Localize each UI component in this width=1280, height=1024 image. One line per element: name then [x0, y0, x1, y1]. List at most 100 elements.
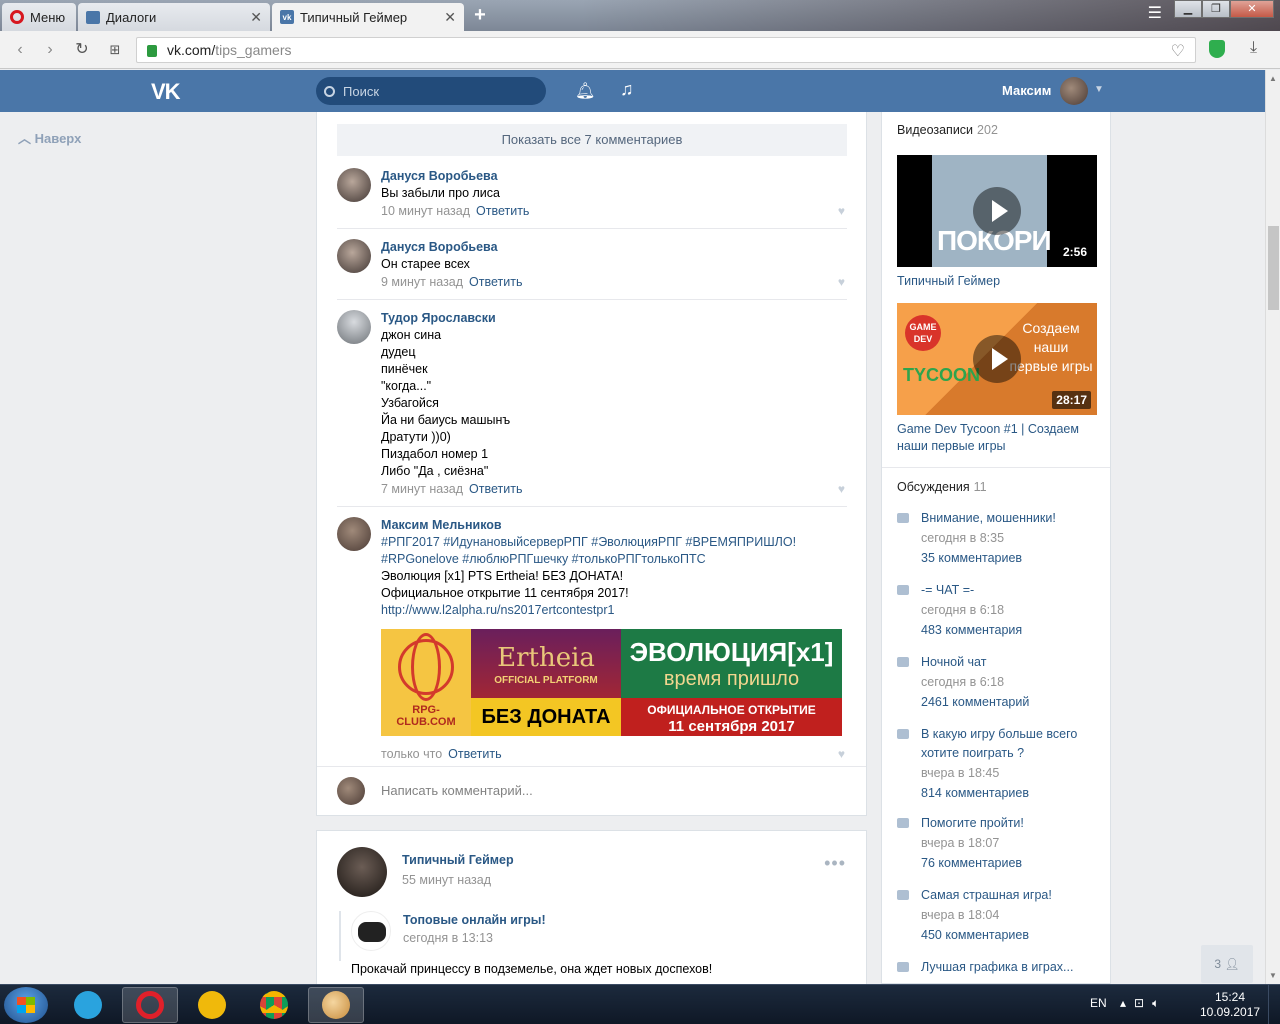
reply-link[interactable]: Ответить	[469, 482, 522, 496]
show-all-comments-button[interactable]: Показать все 7 комментариев	[337, 124, 847, 156]
scrollbar-thumb[interactable]	[1268, 226, 1279, 310]
taskbar-opera[interactable]	[122, 987, 178, 1023]
discussion-count[interactable]: 2461 комментарий	[921, 692, 1097, 712]
new-tab-button[interactable]: +	[470, 4, 490, 26]
tray-icons[interactable]: ▴⊡🔈︎	[1120, 996, 1167, 1011]
comment-author[interactable]: Максим Мельников	[381, 517, 841, 534]
taskbar-chrome[interactable]	[246, 987, 302, 1023]
comment-author[interactable]: Тудор Ярославски	[381, 310, 841, 327]
comment-author[interactable]: Дануся Воробьева	[381, 239, 841, 256]
taskbar-paint[interactable]	[308, 987, 364, 1023]
heart-icon[interactable]: ♡	[1171, 41, 1185, 61]
network-icon[interactable]: ⊡	[1134, 996, 1152, 1010]
video-thumbnail[interactable]: GAME DEV TYCOON Создаем наши первые игры…	[897, 303, 1097, 415]
external-link[interactable]: http://www.l2alpha.ru/ns2017ertcontestpr…	[381, 602, 841, 619]
close-window-button[interactable]: ✕	[1230, 0, 1274, 18]
reply-link[interactable]: Ответить	[448, 747, 501, 761]
play-icon[interactable]	[973, 335, 1021, 383]
avatar[interactable]	[337, 847, 387, 897]
discussion-item[interactable]: Помогите пройти! вчера в 18:07 76 коммен…	[897, 814, 1097, 873]
maximize-button[interactable]: ❐	[1202, 0, 1230, 18]
comment-input[interactable]: Написать комментарий...	[381, 783, 533, 798]
play-icon[interactable]	[973, 187, 1021, 235]
bell-icon[interactable]: 🔔︎	[575, 81, 595, 101]
comment-time[interactable]: 7 минут назад	[381, 482, 463, 496]
discussion-title[interactable]: В какую игру больше всего хотите поиграт…	[921, 725, 1097, 763]
language-indicator[interactable]: EN	[1090, 996, 1107, 1010]
discussion-title[interactable]: Лучшая графика в играх...	[921, 958, 1097, 977]
discussion-item[interactable]: Внимание, мошенники! сегодня в 8:35 35 к…	[897, 509, 1097, 568]
tab-dialogs[interactable]: Диалоги ✕	[78, 3, 270, 31]
close-icon[interactable]: ✕	[250, 9, 262, 26]
discussion-item[interactable]: Лучшая графика в играх...	[897, 958, 1097, 977]
hashtag-links[interactable]: #RPGonelove #люблюРПГшечку #толькоРПГтол…	[381, 551, 841, 568]
scroll-down-icon[interactable]: ▼	[1269, 971, 1277, 980]
avatar[interactable]	[337, 517, 371, 551]
post-author[interactable]: Типичный Геймер	[402, 853, 514, 867]
discussion-item[interactable]: Самая страшная игра! вчера в 18:04 450 к…	[897, 886, 1097, 945]
minimize-button[interactable]: ▁	[1174, 0, 1202, 18]
discussion-title[interactable]: -= ЧАТ =-	[921, 581, 1097, 600]
clock[interactable]: 15:24 10.09.2017	[1200, 990, 1260, 1020]
avatar[interactable]	[351, 911, 391, 951]
hashtag-links[interactable]: #РПГ2017 #ИдунановыйсерверРПГ #ЭволюцияР…	[381, 534, 841, 551]
discussion-count[interactable]: 76 комментариев	[921, 853, 1097, 873]
taskbar-aimp[interactable]	[184, 987, 240, 1023]
heart-icon[interactable]: ♥	[838, 275, 845, 289]
scroll-up-icon[interactable]: ▲	[1269, 74, 1277, 83]
video-caption[interactable]: Типичный Геймер	[897, 273, 1097, 290]
repost-author[interactable]: Топовые онлайн игры!	[403, 913, 546, 927]
discussion-item[interactable]: Ночной чат сегодня в 6:18 2461 комментар…	[897, 653, 1097, 712]
url-field[interactable]: vk.com/ tips_gamers ♡	[136, 37, 1196, 63]
avatar[interactable]	[337, 310, 371, 344]
back-icon[interactable]: ‹	[10, 40, 30, 60]
tab-opera-menu[interactable]: Меню	[2, 3, 76, 31]
user-name[interactable]: Максим	[1002, 83, 1051, 98]
discussion-count[interactable]: 814 комментариев	[921, 783, 1097, 803]
heart-icon[interactable]: ♥	[838, 482, 845, 496]
start-button[interactable]	[4, 987, 48, 1023]
discussions-header[interactable]: Обсуждения 11	[897, 480, 987, 494]
discussion-title[interactable]: Внимание, мошенники!	[921, 509, 1097, 528]
friends-online-button[interactable]: 3 👤︎	[1201, 945, 1253, 983]
speed-dial-icon[interactable]: ⊞	[105, 40, 125, 60]
chevron-up-icon[interactable]: ▴	[1120, 996, 1134, 1010]
music-icon[interactable]: ♫	[620, 79, 634, 100]
page-scrollbar[interactable]: ▲ ▼	[1265, 70, 1280, 984]
search-input[interactable]: Поиск	[316, 77, 546, 105]
discussion-title[interactable]: Помогите пройти!	[921, 814, 1097, 833]
heart-icon[interactable]: ♥	[838, 204, 845, 218]
video-caption[interactable]: Game Dev Tycoon #1 | Создаем наши первые…	[897, 421, 1097, 455]
volume-icon[interactable]: 🔈︎	[1152, 996, 1167, 1010]
discussion-item[interactable]: В какую игру больше всего хотите поиграт…	[897, 725, 1097, 803]
avatar[interactable]	[337, 239, 371, 273]
download-icon[interactable]: ⤓	[1250, 39, 1257, 57]
discussion-count[interactable]: 450 комментариев	[921, 925, 1097, 945]
discussion-item[interactable]: -= ЧАТ =- сегодня в 6:18 483 комментария	[897, 581, 1097, 640]
comment-time[interactable]: только что	[381, 747, 442, 761]
video-thumbnail[interactable]: ПОКОРИ 2:56	[897, 155, 1097, 267]
discussion-count[interactable]: 35 комментариев	[921, 548, 1097, 568]
repost-time[interactable]: сегодня в 13:13	[403, 931, 493, 945]
discussion-count[interactable]: 483 комментария	[921, 620, 1097, 640]
more-options-icon[interactable]: •••	[824, 853, 846, 874]
vk-logo[interactable]: VK	[151, 79, 181, 105]
shield-icon[interactable]	[1209, 40, 1225, 58]
comment-author[interactable]: Дануся Воробьева	[381, 168, 841, 185]
menu-icon[interactable]: ☰	[1148, 3, 1162, 23]
reply-link[interactable]: Ответить	[476, 204, 529, 218]
back-to-top-link[interactable]: ︿ Наверх	[18, 128, 81, 147]
chevron-down-icon[interactable]: ▼	[1094, 84, 1104, 95]
videos-header[interactable]: Видеозаписи 202	[897, 123, 998, 137]
comment-time[interactable]: 9 минут назад	[381, 275, 463, 289]
reply-link[interactable]: Ответить	[469, 275, 522, 289]
show-desktop-button[interactable]	[1268, 985, 1280, 1024]
promo-banner-image[interactable]: RPG-CLUB.COM Ertheia OFFICIAL PLATFORM Б…	[381, 629, 842, 736]
tab-typical-gamer[interactable]: vk Типичный Геймер ✕	[272, 3, 464, 31]
avatar[interactable]	[337, 168, 371, 202]
heart-icon[interactable]: ♥	[838, 747, 845, 761]
discussion-title[interactable]: Ночной чат	[921, 653, 1097, 672]
comment-time[interactable]: 10 минут назад	[381, 204, 470, 218]
forward-icon[interactable]: ›	[40, 40, 60, 60]
avatar[interactable]	[1060, 77, 1088, 105]
